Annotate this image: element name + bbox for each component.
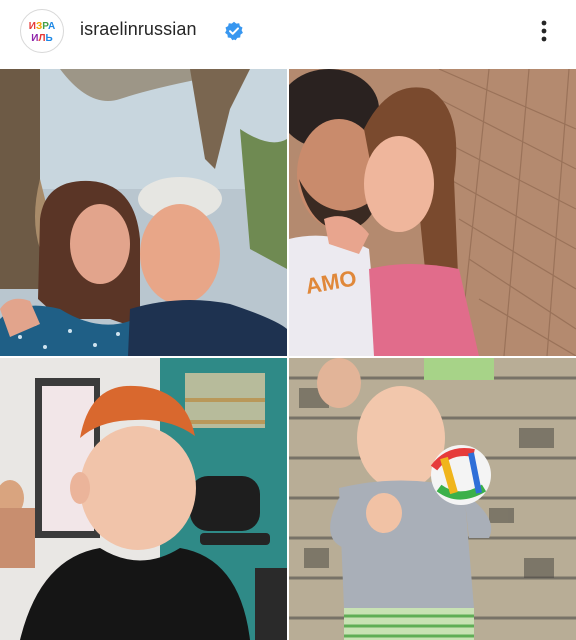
logo-icon: ИЗРА ИЛЬ (29, 21, 55, 44)
photo-baby-with-ball (289, 358, 576, 640)
username-link[interactable]: israelinrussian (80, 19, 197, 40)
logo-text-bottom: ИЛЬ (31, 33, 52, 44)
photo-collage[interactable]: AMO (0, 69, 576, 640)
profile-avatar[interactable]: ИЗРА ИЛЬ (20, 9, 64, 53)
photo-red-haired-boy (0, 358, 287, 640)
more-vertical-icon[interactable] (532, 17, 556, 45)
logo-text-top: ИЗРА (29, 21, 55, 32)
photo-young-couple: AMO (289, 69, 576, 356)
photo-older-couple (0, 69, 287, 356)
post-header: ИЗРА ИЛЬ israelinrussian (0, 0, 576, 66)
verified-badge-icon (225, 21, 243, 41)
